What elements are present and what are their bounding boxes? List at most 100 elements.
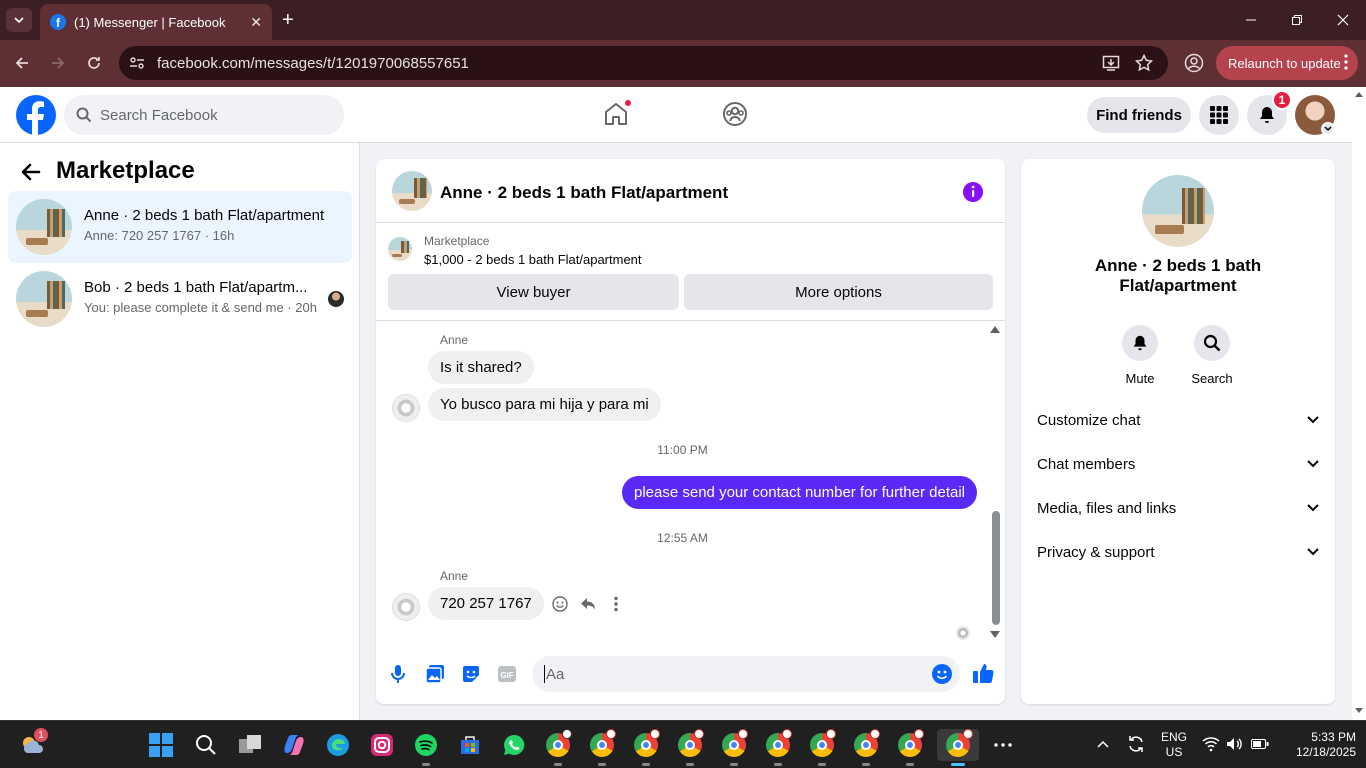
mute-button[interactable]: Mute	[1110, 325, 1170, 386]
chrome-window-button[interactable]	[762, 729, 794, 766]
facebook-search-input[interactable]: Search Facebook	[64, 95, 344, 135]
chrome-window-button[interactable]	[674, 729, 706, 766]
forward-button[interactable]	[47, 52, 69, 74]
facebook-header: Search Facebook Find friends 1	[0, 87, 1352, 143]
search-placeholder: Search Facebook	[100, 106, 218, 124]
copilot-button[interactable]	[278, 729, 310, 761]
reload-button[interactable]	[83, 52, 105, 74]
clock[interactable]: 5:33 PM 12/18/2025	[1280, 730, 1356, 760]
media-files-links-row[interactable]: Media, files and links	[1037, 486, 1319, 530]
more-vertical-icon[interactable]	[614, 596, 618, 612]
more-options-button[interactable]: More options	[684, 274, 993, 310]
facebook-logo-icon[interactable]	[16, 95, 56, 135]
message-input[interactable]: Aa	[532, 656, 960, 692]
site-settings-icon[interactable]	[129, 55, 145, 71]
gif-icon[interactable]: GIF	[497, 664, 517, 684]
volume-icon[interactable]	[1226, 736, 1244, 752]
bookmark-star-icon[interactable]	[1135, 54, 1153, 72]
restore-button[interactable]	[1274, 0, 1320, 40]
instagram-button[interactable]	[366, 729, 398, 761]
weather-widget[interactable]: 1	[16, 728, 48, 761]
chrome-window-button[interactable]	[894, 729, 926, 766]
like-thumbs-up-icon[interactable]	[972, 662, 994, 684]
close-window-button[interactable]	[1320, 0, 1366, 40]
photo-icon[interactable]	[425, 664, 445, 684]
sync-icon[interactable]	[1126, 734, 1146, 754]
chat-scrollbar-thumb[interactable]	[992, 511, 1000, 625]
chat-members-row[interactable]: Chat members	[1037, 442, 1319, 486]
sender-avatar[interactable]	[392, 394, 420, 422]
edge-button[interactable]	[322, 729, 354, 761]
tab-search-button[interactable]	[6, 8, 32, 32]
tab-close-icon[interactable]: ✕	[250, 14, 262, 31]
listing-small-thumbnail	[388, 237, 412, 261]
browser-tab[interactable]: f (1) Messenger | Facebook ✕	[40, 4, 272, 40]
new-tab-button[interactable]: +	[282, 9, 294, 31]
scroll-up-icon	[1355, 92, 1363, 97]
listing-price-title[interactable]: $1,000 - 2 beds 1 bath Flat/apartment	[424, 252, 642, 267]
conversation-info-panel: Anne · 2 beds 1 bath Flat/apartment Mute…	[1021, 159, 1335, 704]
chrome-window-button[interactable]	[718, 729, 750, 766]
info-icon[interactable]	[962, 181, 984, 203]
view-buyer-button[interactable]: View buyer	[388, 274, 679, 310]
chrome-window-button-active[interactable]	[937, 729, 979, 766]
find-friends-button[interactable]: Find friends	[1087, 97, 1191, 133]
chevron-up-icon[interactable]	[1097, 740, 1109, 748]
address-bar[interactable]: facebook.com/messages/t/1201970068557651	[119, 46, 1168, 80]
chrome-window-button[interactable]	[586, 729, 618, 766]
chat-listing-thumbnail[interactable]	[392, 171, 432, 211]
chrome-window-button[interactable]	[850, 729, 882, 766]
back-button[interactable]	[11, 52, 33, 74]
wifi-icon[interactable]	[1202, 736, 1220, 752]
sticker-icon[interactable]	[461, 664, 481, 684]
search-in-conversation-button[interactable]: Search	[1182, 325, 1242, 386]
message-bubble-incoming[interactable]: 720 257 1767	[428, 587, 544, 620]
microphone-icon[interactable]	[390, 664, 406, 684]
microsoft-store-button[interactable]	[454, 729, 486, 761]
privacy-support-row[interactable]: Privacy & support	[1037, 530, 1319, 574]
chrome-window-button[interactable]	[542, 729, 574, 766]
chrome-window-button[interactable]	[630, 729, 662, 766]
page-scrollbar[interactable]	[1352, 87, 1366, 720]
install-app-icon[interactable]	[1102, 54, 1120, 72]
message-bubble-incoming[interactable]: Yo busco para mi hija y para mi	[428, 388, 661, 421]
customize-chat-row[interactable]: Customize chat	[1037, 398, 1319, 442]
back-arrow-icon[interactable]	[20, 161, 42, 183]
chevron-down-icon	[1307, 416, 1319, 424]
chrome-window-button[interactable]	[806, 729, 838, 766]
message-bubble-incoming[interactable]: Is it shared?	[428, 351, 534, 384]
reply-icon[interactable]	[580, 596, 596, 612]
whatsapp-button[interactable]	[498, 729, 530, 761]
minimize-button[interactable]	[1228, 0, 1274, 40]
taskbar-search-button[interactable]	[190, 729, 222, 761]
conversation-item[interactable]: Bob · 2 beds 1 bath Flat/apartm... You: …	[8, 263, 352, 335]
scroll-down-icon[interactable]	[990, 631, 1000, 639]
profile-icon[interactable]	[1184, 53, 1204, 73]
conversation-thumbnail	[1142, 175, 1214, 247]
language-indicator[interactable]: ENG US	[1158, 730, 1190, 760]
message-bubble-outgoing[interactable]: please send your contact number for furt…	[622, 476, 978, 509]
scroll-up-icon[interactable]	[990, 325, 1000, 333]
groups-icon[interactable]	[722, 101, 748, 127]
task-view-button[interactable]	[234, 729, 266, 761]
more-apps-button[interactable]	[987, 729, 1019, 761]
search-icon	[76, 107, 92, 123]
battery-icon[interactable]	[1251, 738, 1269, 750]
start-button[interactable]	[145, 729, 177, 761]
marketplace-label: Marketplace	[424, 234, 490, 248]
clock-date: 12/18/2025	[1295, 745, 1356, 759]
spotify-button[interactable]	[410, 729, 442, 766]
react-emoji-icon[interactable]	[552, 596, 568, 612]
more-vertical-icon	[1344, 54, 1348, 70]
conversation-title-line2: Flat/apartment	[1119, 276, 1237, 295]
chat-title[interactable]: Anne · 2 beds 1 bath Flat/apartment	[440, 183, 728, 203]
task-view-icon	[239, 735, 261, 753]
account-menu-chevron-icon[interactable]	[1321, 122, 1335, 136]
emoji-icon[interactable]	[932, 664, 952, 684]
relaunch-update-button[interactable]: Relaunch to update	[1216, 46, 1358, 80]
sender-avatar[interactable]	[392, 593, 420, 621]
menu-button[interactable]	[1199, 95, 1239, 135]
conversation-item[interactable]: Anne · 2 beds 1 bath Flat/apartment Anne…	[8, 191, 352, 263]
store-icon	[461, 736, 479, 754]
sender-name: Anne	[440, 569, 469, 583]
